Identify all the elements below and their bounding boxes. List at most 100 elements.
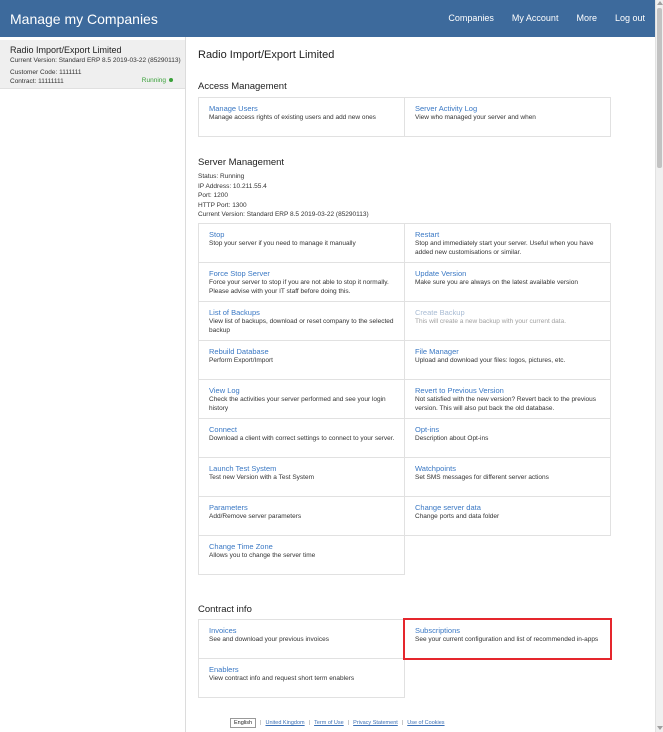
cell-title[interactable]: Watchpoints (415, 464, 602, 474)
action-change-time-zone[interactable]: Change Time Zone Allows you to change th… (198, 535, 405, 575)
scroll-up-arrow-icon[interactable] (657, 1, 663, 5)
cell-desc: Change ports and data folder (415, 513, 500, 520)
footer-separator: | (260, 720, 262, 726)
cell-desc: Description about Opt-ins (415, 435, 489, 442)
footer-link-cookies[interactable]: Use of Cookies (407, 720, 444, 726)
action-connect[interactable]: Connect Download a client with correct s… (198, 418, 405, 458)
action-subscriptions[interactable]: Subscriptions See your current configura… (403, 618, 612, 660)
section-title-server: Server Management (198, 157, 285, 168)
cell-title[interactable]: Connect (209, 425, 396, 435)
action-watchpoints[interactable]: Watchpoints Set SMS messages for differe… (404, 457, 611, 497)
cell-desc: Make sure you are always on the latest a… (415, 279, 578, 286)
nav-log-out[interactable]: Log out (615, 13, 645, 23)
action-view-log[interactable]: View Log Check the activities your serve… (198, 379, 405, 419)
cell-title[interactable]: Force Stop Server (209, 269, 396, 279)
sidebar: Radio Import/Export Limited Current Vers… (0, 37, 186, 732)
company-version: Current Version: Standard ERP 8.5 2019-0… (10, 57, 181, 64)
cell-desc: Add/Remove server parameters (209, 513, 302, 520)
app-title[interactable]: Manage my Companies (10, 11, 158, 27)
action-manage-users[interactable]: Manage Users Manage access rights of exi… (198, 97, 405, 137)
server-http-port: HTTP Port: 1300 (198, 201, 247, 209)
cell-desc: See your current configuration and list … (415, 636, 599, 643)
status-badge: Running (142, 77, 173, 84)
action-change-server-data[interactable]: Change server data Change ports and data… (404, 496, 611, 536)
server-info: Status: Running IP Address: 10.211.55.4 … (198, 172, 369, 220)
action-opt-ins[interactable]: Opt-ins Description about Opt-ins (404, 418, 611, 458)
language-selector[interactable]: English (230, 718, 257, 728)
action-list-of-backups[interactable]: List of Backups View list of backups, do… (198, 301, 405, 341)
footer-link-terms[interactable]: Term of Use (314, 720, 344, 726)
page-title: Radio Import/Export Limited (198, 49, 335, 61)
status-dot-icon (169, 78, 173, 83)
action-enablers[interactable]: Enablers View contract info and request … (198, 658, 405, 698)
action-update-version[interactable]: Update Version Make sure you are always … (404, 262, 611, 302)
cell-title[interactable]: Change server data (415, 503, 602, 513)
action-file-manager[interactable]: File Manager Upload and download your fi… (404, 340, 611, 380)
status-text: Running (141, 77, 166, 84)
action-rebuild-database[interactable]: Rebuild Database Perform Export/Import (198, 340, 405, 380)
empty-cell (404, 658, 611, 698)
nav-my-account[interactable]: My Account (512, 13, 559, 23)
cell-desc: Stop and immediately start your server. … (415, 240, 594, 256)
cell-title[interactable]: Opt-ins (415, 425, 602, 435)
cell-title[interactable]: Manage Users (209, 104, 396, 114)
cell-desc: Stop your server if you need to manage i… (209, 240, 356, 247)
cell-title[interactable]: List of Backups (209, 308, 396, 318)
cell-desc: Not satisfied with the new version? Reve… (415, 396, 597, 412)
cell-desc: Test new Version with a Test System (209, 474, 315, 481)
cell-title: Create Backup (415, 308, 465, 317)
cell-desc: See and download your previous invoices (209, 636, 329, 643)
cell-title[interactable]: Rebuild Database (209, 347, 396, 357)
cell-desc: Allows you to change the server time (209, 552, 316, 559)
cell-title[interactable]: View Log (209, 386, 396, 396)
footer-separator: | (308, 720, 311, 726)
footer-separator: | (347, 720, 350, 726)
cell-desc: Upload and download your files: logos, p… (415, 357, 566, 364)
server-version: Current Version: Standard ERP 8.5 2019-0… (198, 211, 369, 218)
cell-title[interactable]: Enablers (209, 665, 396, 675)
cell-title[interactable]: Server Activity Log (415, 104, 602, 114)
server-port: Port: 1200 (198, 192, 228, 199)
company-card[interactable]: Radio Import/Export Limited Current Vers… (0, 40, 185, 89)
cell-title[interactable]: File Manager (415, 347, 602, 357)
cell-title[interactable]: Stop (209, 230, 396, 240)
action-server-activity-log[interactable]: Server Activity Log View who managed you… (404, 97, 611, 137)
nav-companies[interactable]: Companies (448, 13, 494, 23)
footer-link-region[interactable]: United Kingdom (265, 720, 304, 726)
top-nav: Companies My Account More Log out (430, 13, 645, 23)
company-name: Radio Import/Export Limited (10, 45, 122, 55)
cell-title[interactable]: Invoices (209, 626, 396, 636)
cell-title[interactable]: Revert to Previous Version (415, 386, 602, 396)
cell-title[interactable]: Update Version (415, 269, 602, 279)
scroll-thumb[interactable] (657, 8, 662, 168)
cell-title[interactable]: Parameters (209, 503, 396, 513)
action-stop[interactable]: Stop Stop your server if you need to man… (198, 223, 405, 263)
footer-link-privacy[interactable]: Privacy Statement (353, 720, 398, 726)
action-launch-test-system[interactable]: Launch Test System Test new Version with… (198, 457, 405, 497)
nav-more[interactable]: More (576, 13, 597, 23)
cell-desc: Set SMS messages for different server ac… (415, 474, 549, 481)
action-parameters[interactable]: Parameters Add/Remove server parameters (198, 496, 405, 536)
cell-desc: Manage access rights of existing users a… (209, 114, 376, 121)
access-grid: Manage Users Manage access rights of exi… (198, 97, 611, 137)
scroll-down-arrow-icon[interactable] (657, 726, 663, 730)
section-title-access: Access Management (198, 81, 287, 92)
cell-title[interactable]: Subscriptions (415, 626, 602, 636)
section-title-contract: Contract info (198, 604, 252, 615)
cell-title[interactable]: Restart (415, 230, 602, 240)
cell-desc: View contract info and request short ter… (209, 675, 355, 682)
cell-desc: View list of backups, download or reset … (209, 318, 394, 334)
cell-desc: Perform Export/Import (209, 357, 273, 364)
cell-desc: This will create a new backup with your … (415, 318, 567, 325)
contract-grid: Invoices See and download your previous … (198, 618, 612, 698)
action-invoices[interactable]: Invoices See and download your previous … (198, 619, 405, 659)
page-scrollbar[interactable] (655, 0, 663, 732)
cell-title[interactable]: Change Time Zone (209, 542, 396, 552)
empty-cell (404, 535, 611, 575)
cell-title[interactable]: Launch Test System (209, 464, 396, 474)
cell-desc: Force your server to stop if you are not… (209, 279, 389, 295)
server-grid: Stop Stop your server if you need to man… (198, 223, 611, 575)
action-restart[interactable]: Restart Stop and immediately start your … (404, 223, 611, 263)
action-revert-version[interactable]: Revert to Previous Version Not satisfied… (404, 379, 611, 419)
action-force-stop-server[interactable]: Force Stop Server Force your server to s… (198, 262, 405, 302)
